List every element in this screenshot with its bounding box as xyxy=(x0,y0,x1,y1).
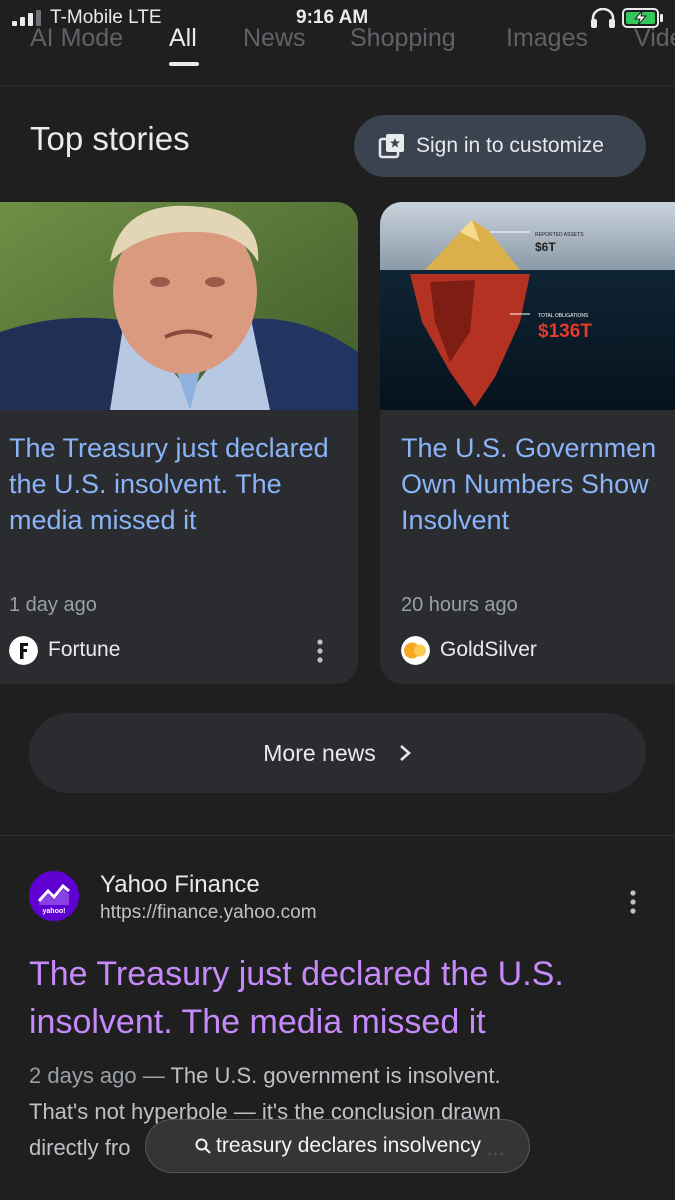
story-age: 1 day ago xyxy=(9,594,97,616)
headline-line: The U.S. Governmen xyxy=(401,433,657,463)
snippet-dash: — xyxy=(136,1063,171,1088)
image-label-reported-assets: REPORTED ASSETS xyxy=(535,232,584,238)
story-source[interactable]: GoldSilver xyxy=(401,635,537,665)
cell-signal-icon xyxy=(12,10,41,26)
carrier-label: T-Mobile LTE xyxy=(50,7,162,28)
story-source[interactable]: Fortune xyxy=(9,635,120,665)
iceberg-infographic-image: REPORTED ASSETS $6T TOTAL OBLIGATIONS $1… xyxy=(380,202,675,410)
sign-in-label: Sign in to customize xyxy=(416,134,604,157)
search-query-pill[interactable]: treasury declares insolvency xyxy=(145,1119,530,1173)
snippet-text: directly fro xyxy=(29,1135,131,1160)
image-value-obligations: $136T xyxy=(538,321,592,342)
sign-in-to-customize-button[interactable]: Sign in to customize xyxy=(354,115,646,177)
result-title-link[interactable]: The Treasury just declared the U.S. inso… xyxy=(29,950,649,1046)
image-label-total-obligations: TOTAL OBLIGATIONS xyxy=(538,313,589,319)
clock: 9:16 AM xyxy=(296,7,369,28)
headphones-icon xyxy=(591,8,615,28)
search-icon xyxy=(195,1138,211,1154)
image-value-assets: $6T xyxy=(535,240,556,254)
yahoo-logo-text: yahoo! xyxy=(43,908,66,915)
customize-star-icon xyxy=(378,134,404,159)
search-query-text: treasury declares insolvency xyxy=(216,1134,481,1157)
status-bar: T-Mobile LTE 9:16 AM xyxy=(0,0,675,38)
fortune-logo-icon xyxy=(9,635,38,665)
top-stories-heading: Top stories xyxy=(30,120,190,157)
story-card-fortune[interactable]: The Treasury just declared the U.S. inso… xyxy=(0,202,358,684)
yahoo-finance-logo-icon[interactable]: yahoo! xyxy=(29,871,79,921)
top-bar: AI Mode All News Shopping Images Vide T-… xyxy=(0,0,675,86)
story-thumbnail-image xyxy=(0,202,358,410)
battery-charging-icon xyxy=(622,8,663,28)
more-options-icon[interactable] xyxy=(312,638,328,664)
snippet-date: 2 days ago xyxy=(29,1063,137,1088)
more-options-icon[interactable] xyxy=(626,889,640,915)
more-news-label: More news xyxy=(263,739,376,766)
result-url[interactable]: https://finance.yahoo.com xyxy=(100,902,317,924)
source-name: Fortune xyxy=(48,638,121,661)
more-news-button[interactable]: More news xyxy=(29,713,646,793)
headline-line: Own Numbers Show xyxy=(401,469,649,499)
snippet-text: The U.S. government is insolvent. xyxy=(170,1063,501,1088)
story-headline[interactable]: The U.S. Governmen Own Numbers Show Inso… xyxy=(401,430,675,538)
chevron-right-icon xyxy=(399,745,411,761)
source-name: GoldSilver xyxy=(440,638,537,661)
headline-line: Insolvent xyxy=(401,505,510,535)
story-headline[interactable]: The Treasury just declared the U.S. inso… xyxy=(9,430,349,538)
result-site-name[interactable]: Yahoo Finance xyxy=(100,871,260,899)
story-card-goldsilver[interactable]: REPORTED ASSETS $6T TOTAL OBLIGATIONS $1… xyxy=(380,202,675,684)
active-tab-indicator xyxy=(169,62,199,66)
top-stories-section: Top stories Sign in to customize The Tre… xyxy=(0,86,675,822)
story-age: 20 hours ago xyxy=(401,594,518,616)
goldsilver-logo-icon xyxy=(401,635,430,665)
